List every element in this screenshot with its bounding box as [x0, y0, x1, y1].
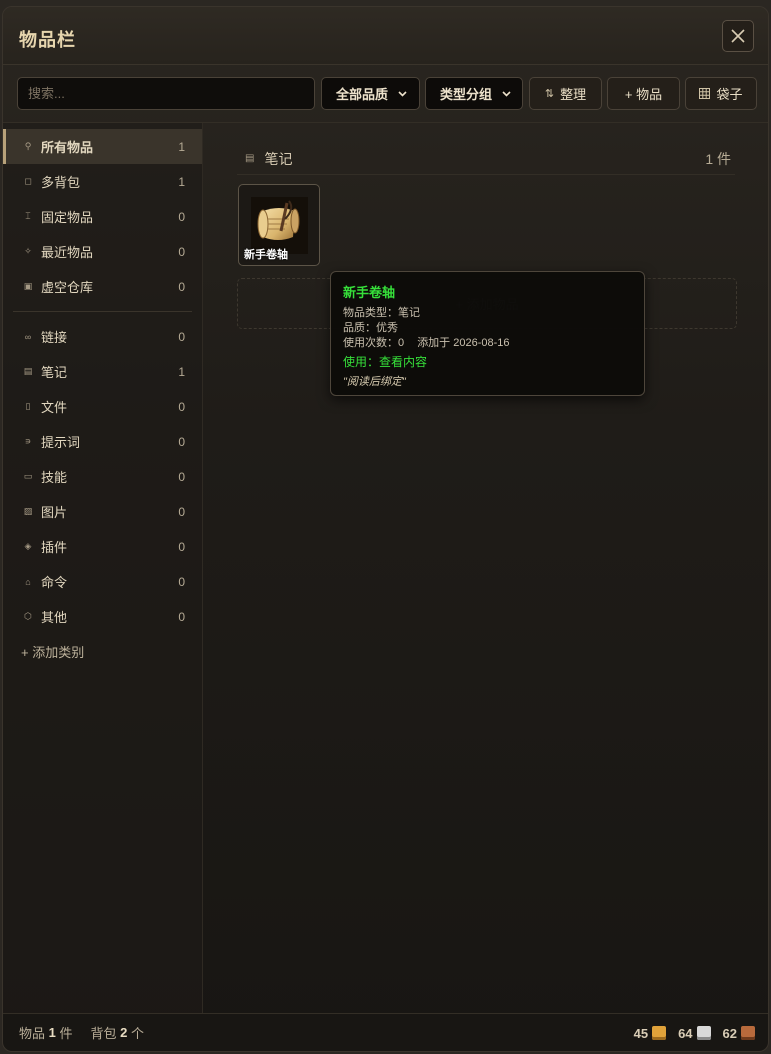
sidebar-item-count: 0	[178, 329, 185, 344]
sidebar-item-count: 0	[178, 469, 185, 484]
window-title: 物品栏	[19, 30, 76, 50]
bags-prefix: 背包	[90, 1026, 117, 1041]
sidebar-item-all[interactable]: ⚲ 所有物品 1	[3, 129, 202, 164]
note-icon: ▤	[23, 366, 33, 376]
sidebar-item-prompts[interactable]: ∍ 提示词 0	[3, 424, 202, 459]
sidebar-item-links[interactable]: ∞ 链接 0	[3, 319, 202, 354]
copper-value: 62	[722, 1025, 737, 1041]
add-item-button[interactable]: + 物品	[607, 77, 680, 110]
group-select[interactable]: 类型分组	[425, 77, 523, 110]
add-category-button[interactable]: + 添加类别	[3, 634, 202, 669]
sidebar-item-count: 1	[178, 174, 185, 189]
sidebar-item-notes[interactable]: ▤ 笔记 1	[3, 354, 202, 389]
group-select-label: 类型分组	[440, 87, 493, 102]
sidebar-item-count: 0	[178, 434, 185, 449]
quality-select[interactable]: 全部品质	[321, 77, 420, 110]
sidebar-item-count: 0	[178, 609, 185, 624]
item-slot[interactable]: 新手卷轴	[238, 184, 320, 266]
note-icon: ▤	[245, 153, 255, 164]
box-icon: ⬡	[24, 611, 32, 621]
vault-icon: ▣	[23, 281, 33, 291]
image-icon: ▨	[23, 506, 33, 516]
sidebar-item-count: 1	[178, 139, 185, 154]
group-name: 笔记	[264, 150, 293, 167]
tooltip-added: 添加于 2026-08-16	[417, 337, 510, 349]
sidebar-item-plugins[interactable]: ◈ 插件 0	[3, 529, 202, 564]
sidebar-item-skills[interactable]: ▭ 技能 0	[3, 459, 202, 494]
sidebar-item-count: 1	[178, 364, 185, 379]
silver-value: 64	[678, 1025, 693, 1041]
status-footer: 物品 1 件 背包 2 个 45 64 62	[3, 1013, 768, 1051]
tooltip-type: 物品类型：笔记	[343, 307, 420, 319]
sidebar-item-count: 0	[178, 244, 185, 259]
item-name: 新手卷轴	[244, 249, 288, 261]
plugin-icon: ◈	[24, 541, 32, 551]
search-icon: ⚲	[24, 141, 32, 151]
close-button[interactable]	[722, 20, 754, 52]
main-content: ▤ 笔记 1 件 新手卷轴	[204, 123, 768, 1013]
sort-button-label: 整理	[560, 87, 587, 102]
tooltip-use-action: 使用：查看内容	[343, 355, 428, 369]
gold-coin-icon	[652, 1026, 667, 1040]
sidebar-item-count: 0	[178, 399, 185, 414]
group-count: 1 件	[705, 150, 731, 167]
items-suffix: 件	[59, 1026, 73, 1041]
grid-icon	[699, 88, 711, 99]
skill-icon: ▭	[23, 471, 33, 481]
silver-coin-icon	[696, 1026, 711, 1040]
close-icon	[731, 29, 745, 43]
inventory-window: 物品栏 全部品质 类型分组 ⇅ 整理 + 物品 袋子	[2, 6, 769, 1052]
sort-button[interactable]: ⇅ 整理	[529, 77, 602, 110]
bags-suffix: 个	[131, 1026, 145, 1041]
sidebar-item-other[interactable]: ⬡ 其他 0	[3, 599, 202, 634]
sidebar: ⚲ 所有物品 1 ◻ 多背包 1 ⌶ 固定物品 0 ✧ 最近物品 0 ▣ 虚空仓…	[3, 123, 203, 1013]
quality-select-label: 全部品质	[336, 87, 389, 102]
bags-count: 2	[120, 1025, 128, 1040]
tooltip-quality: 品质：优秀	[343, 322, 398, 334]
silver-amount: 64	[678, 1025, 711, 1041]
sidebar-item-files[interactable]: ▯ 文件 0	[3, 389, 202, 424]
tooltip-title: 新手卷轴	[343, 285, 396, 300]
prompt-icon: ∍	[24, 436, 32, 446]
sidebar-item-count: 0	[178, 539, 185, 554]
chevron-down-icon	[502, 90, 511, 97]
copper-amount: 62	[723, 1026, 755, 1041]
sidebar-item-count: 0	[178, 504, 185, 519]
title-bar: 物品栏	[3, 7, 768, 65]
sparkle-icon: ✧	[24, 246, 32, 256]
item-tooltip: 新手卷轴 物品类型：笔记 品质：优秀 使用次数：0 添加于 2026-08-16…	[330, 271, 645, 396]
sidebar-item-count: 0	[178, 279, 185, 294]
sidebar-divider	[13, 311, 192, 312]
command-icon: ⌂	[25, 576, 31, 587]
sidebar-item-recent[interactable]: ✧ 最近物品 0	[3, 234, 202, 269]
tooltip-flavor-text: "阅读后绑定"	[343, 376, 406, 388]
currency-display: 45 64 62	[633, 1014, 755, 1051]
sidebar-item-commands[interactable]: ⌂ 命令 0	[3, 564, 202, 599]
file-icon: ▯	[25, 401, 31, 411]
add-item-button-label: + 物品	[624, 87, 663, 102]
gold-amount: 45	[633, 1025, 667, 1041]
tooltip-stats: 使用次数：0 添加于 2026-08-16	[343, 336, 632, 351]
bags-button-label: 袋子	[716, 87, 743, 102]
items-count: 1	[48, 1025, 56, 1040]
link-icon: ∞	[24, 331, 32, 342]
sidebar-item-count: 0	[178, 209, 185, 224]
bag-icon: ◻	[24, 176, 32, 186]
pin-icon: ⌶	[25, 211, 31, 221]
group-header: ▤ 笔记 1 件	[237, 143, 735, 175]
sort-icon: ⇅	[544, 88, 555, 100]
items-prefix: 物品	[19, 1026, 46, 1041]
bags-button[interactable]: 袋子	[685, 77, 757, 110]
sidebar-item-images[interactable]: ▨ 图片 0	[3, 494, 202, 529]
sidebar-item-multibag[interactable]: ◻ 多背包 1	[3, 164, 202, 199]
search-input[interactable]	[17, 77, 315, 110]
chevron-down-icon	[398, 90, 407, 97]
toolbar: 全部品质 类型分组 ⇅ 整理 + 物品 袋子	[3, 65, 768, 123]
copper-coin-icon	[741, 1026, 755, 1040]
sidebar-item-count: 0	[178, 574, 185, 589]
sidebar-item-pinned[interactable]: ⌶ 固定物品 0	[3, 199, 202, 234]
sidebar-item-void-vault[interactable]: ▣ 虚空仓库 0	[3, 269, 202, 304]
tooltip-uses: 使用次数：0	[343, 337, 405, 349]
gold-value: 45	[633, 1025, 649, 1041]
